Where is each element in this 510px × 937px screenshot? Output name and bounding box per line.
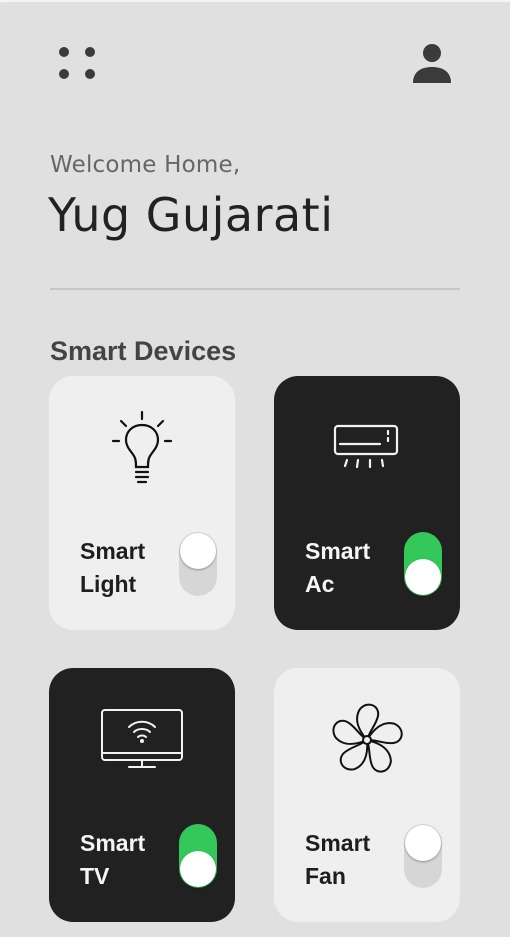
device-card-smart-light[interactable]: Smart Light [49, 376, 235, 630]
toggle-knob [180, 851, 216, 887]
device-card-smart-tv[interactable]: Smart TV [49, 668, 235, 922]
toggle-knob [405, 825, 441, 861]
device-toggle[interactable] [179, 824, 217, 888]
device-toggle[interactable] [179, 532, 217, 596]
section-title: Smart Devices [50, 336, 237, 366]
device-card-smart-ac[interactable]: Smart Ac [274, 376, 460, 630]
divider [50, 288, 460, 290]
smart-home-app: Welcome Home, Yug Gujarati Smart Devices [0, 2, 510, 937]
smart-tv-icon [101, 709, 183, 768]
device-label: Smart Light [80, 538, 146, 597]
air-conditioner-icon [333, 424, 399, 469]
device-label: Smart TV [80, 830, 146, 889]
profile-button[interactable] [408, 42, 456, 90]
grid-menu-icon [59, 47, 69, 57]
device-toggle[interactable] [404, 532, 442, 596]
device-card-smart-fan[interactable]: Smart Fan [274, 668, 460, 922]
grid-menu-button[interactable] [56, 44, 98, 86]
light-bulb-icon [111, 410, 173, 484]
device-toggle[interactable] [404, 824, 442, 888]
person-icon [413, 44, 451, 83]
device-label: Smart Fan [305, 830, 371, 889]
welcome-text: Welcome Home, [50, 152, 241, 178]
toggle-knob [405, 559, 441, 595]
device-label: Smart Ac [305, 538, 371, 597]
toggle-knob [180, 533, 216, 569]
user-name: Yug Gujarati [48, 188, 334, 242]
fan-icon [332, 703, 403, 773]
